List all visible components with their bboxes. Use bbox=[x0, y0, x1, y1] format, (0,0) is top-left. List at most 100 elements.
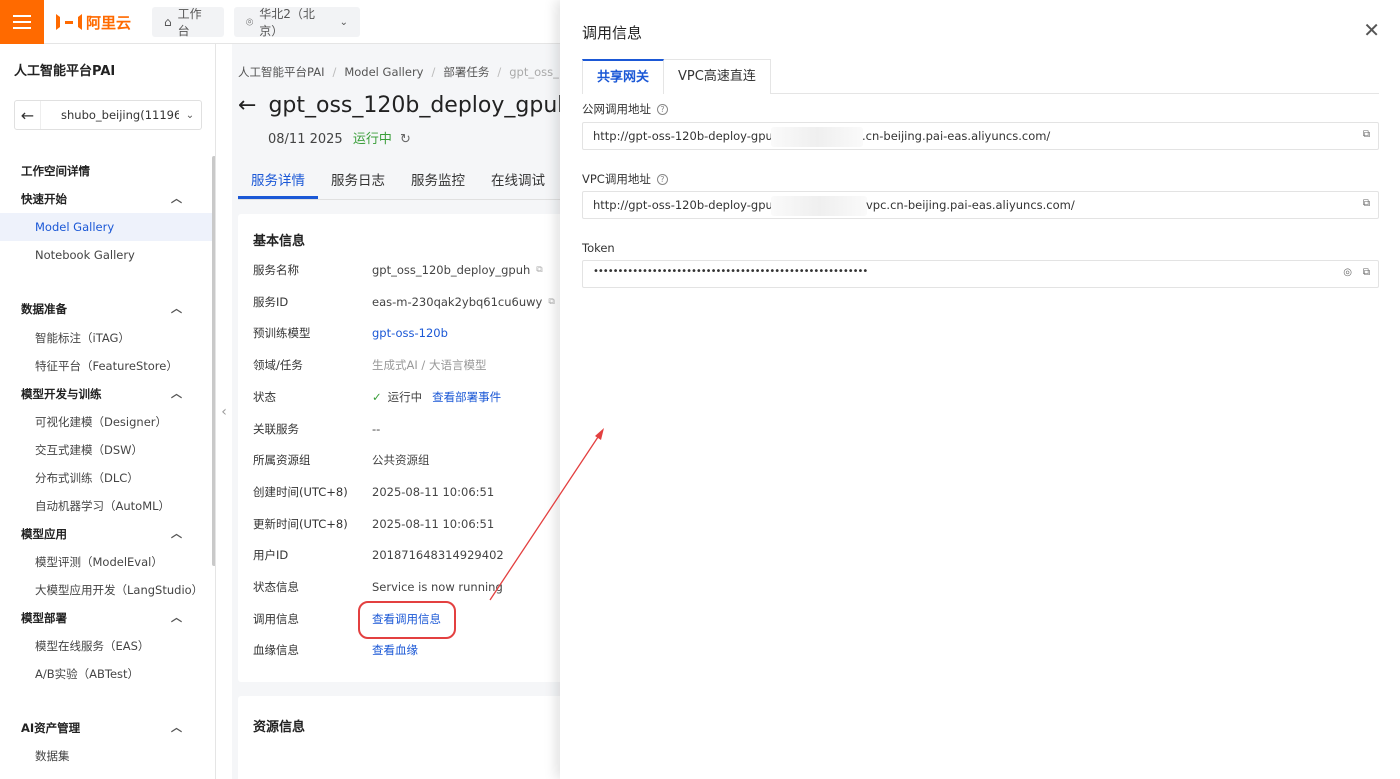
eye-slash-icon[interactable]: ◎ bbox=[1343, 267, 1352, 278]
chevron-up-icon[interactable]: ︿ bbox=[171, 185, 182, 213]
resource-info-title: 资源信息 bbox=[253, 720, 306, 735]
refresh-icon[interactable]: ↻ bbox=[400, 132, 411, 147]
sidebar-item[interactable]: 大模型应用开发（LangStudio） bbox=[0, 576, 212, 604]
basic-info-title: 基本信息 bbox=[253, 234, 306, 249]
copy-icon[interactable]: ⧉ bbox=[1363, 129, 1370, 140]
left-sidebar: 人工智能平台PAI ← shubo_beijing(111968 ⌄ 工作空间详… bbox=[0, 44, 216, 779]
info-row: 所属资源组 公共资源组 bbox=[253, 450, 430, 470]
chevron-up-icon[interactable]: ︿ bbox=[171, 604, 182, 632]
sidebar-group[interactable]: 工作空间详情 bbox=[0, 157, 212, 185]
info-key: 状态 bbox=[253, 389, 276, 404]
sidebar-item-label: 智能标注（iTAG） bbox=[35, 331, 130, 345]
menu-icon[interactable] bbox=[0, 0, 44, 44]
sidebar-group[interactable]: 模型应用 ︿ bbox=[0, 520, 212, 548]
sidebar-item[interactable]: Notebook Gallery bbox=[0, 241, 212, 269]
info-row: 血缘信息 查看血缘 bbox=[253, 640, 418, 660]
redacted-region bbox=[771, 127, 863, 147]
sidebar-item-label: 分布式训练（DLC） bbox=[35, 471, 139, 485]
copy-icon[interactable]: ⧉ bbox=[548, 297, 554, 307]
sidebar-item-label: 数据集 bbox=[35, 749, 70, 763]
sidebar-item[interactable]: 自动机器学习（AutoML） bbox=[0, 492, 212, 520]
public-url-suffix: .cn-beijing.pai-eas.aliyuncs.com/ bbox=[862, 129, 1051, 143]
info-value[interactable]: gpt-oss-120b bbox=[372, 326, 448, 340]
view-deploy-events-link[interactable]: 查看部署事件 bbox=[432, 389, 501, 405]
chevron-down-icon: ⌄ bbox=[339, 16, 348, 28]
info-key: 领域/任务 bbox=[253, 358, 303, 373]
sidebar-item[interactable]: 数据集 bbox=[0, 742, 212, 770]
service-date: 08/11 2025 bbox=[268, 132, 343, 147]
back-arrow-icon[interactable]: ← bbox=[238, 93, 256, 118]
info-row: 预训练模型 gpt-oss-120b bbox=[253, 323, 448, 343]
sidebar-item[interactable]: 特征平台（FeatureStore） bbox=[0, 352, 212, 380]
token-field[interactable]: ••••••••••••••••••••••••••••••••••••••••… bbox=[582, 260, 1379, 288]
public-url-label: 公网调用地址 ? bbox=[582, 101, 668, 117]
tab-online-debug[interactable]: 在线调试 bbox=[478, 164, 558, 199]
info-value: 2025-08-11 10:06:51 bbox=[372, 516, 495, 531]
page-title: ← gpt_oss_120b_deploy_gpuh bbox=[238, 93, 562, 118]
public-url-field[interactable]: http://gpt-oss-120b-deploy-gpuh. .cn-bei… bbox=[582, 122, 1379, 150]
sidebar-group[interactable]: 数据准备 ︿ bbox=[0, 295, 212, 323]
info-value: eas-m-230qak2ybq61cu6uwy bbox=[372, 294, 543, 309]
help-icon[interactable]: ? bbox=[657, 103, 668, 115]
sidebar-item[interactable]: 智能标注（iTAG） bbox=[0, 324, 212, 352]
info-value: 2025-08-11 10:06:51 bbox=[372, 484, 495, 499]
info-key: 预训练模型 bbox=[253, 326, 311, 341]
breadcrumb-item[interactable]: Model Gallery bbox=[344, 65, 423, 79]
tab-vpc-direct[interactable]: VPC高速直连 bbox=[664, 59, 771, 94]
info-value[interactable]: 查看血缘 bbox=[372, 642, 418, 658]
sidebar-item-label: 交互式建模（DSW） bbox=[35, 443, 144, 457]
workspace-selector[interactable]: ← shubo_beijing(111968 ⌄ bbox=[14, 100, 202, 130]
chevron-up-icon[interactable]: ︿ bbox=[171, 714, 182, 742]
sidebar-item[interactable]: 可视化建模（Designer） bbox=[0, 408, 212, 436]
breadcrumb-item[interactable]: 人工智能平台PAI bbox=[238, 65, 324, 79]
chevron-up-icon[interactable]: ︿ bbox=[171, 520, 182, 548]
sidebar-group[interactable]: AI资产管理 ︿ bbox=[0, 714, 212, 742]
close-icon[interactable]: ✕ bbox=[1363, 18, 1380, 42]
info-key: 用户ID bbox=[253, 548, 289, 563]
region-label: 华北2（北京） bbox=[259, 7, 315, 38]
info-value: 公共资源组 bbox=[372, 453, 430, 468]
annotation-highlight-box bbox=[358, 601, 456, 639]
info-key: 服务ID bbox=[253, 294, 289, 309]
chevron-up-icon[interactable]: ︿ bbox=[171, 295, 182, 323]
workbench-label: 工作台 bbox=[177, 7, 202, 38]
vpc-url-field[interactable]: http://gpt-oss-120b-deploy-gpuh. vpc.cn-… bbox=[582, 191, 1379, 219]
aliyun-logo[interactable]: 阿里云 bbox=[56, 12, 131, 32]
sidebar-title: 人工智能平台PAI bbox=[14, 64, 116, 79]
sidebar-item-label: 数据准备 bbox=[21, 302, 67, 316]
sidebar-item-label: 工作空间详情 bbox=[21, 164, 90, 178]
service-title: gpt_oss_120b_deploy_gpuh bbox=[268, 93, 562, 118]
token-label: Token bbox=[582, 241, 615, 255]
copy-icon[interactable]: ⧉ bbox=[536, 265, 542, 275]
sidebar-item[interactable]: Model Gallery bbox=[0, 213, 212, 241]
sidebar-item-label: 模型应用 bbox=[21, 527, 67, 541]
copy-icon[interactable]: ⧉ bbox=[1363, 267, 1370, 278]
workbench-button[interactable]: ⌂ 工作台 bbox=[152, 7, 224, 38]
sidebar-item-label: 自动机器学习（AutoML） bbox=[35, 499, 171, 513]
breadcrumb-item[interactable]: 部署任务 bbox=[443, 65, 489, 79]
tab-service-logs[interactable]: 服务日志 bbox=[318, 164, 398, 199]
sidebar-item[interactable]: 模型在线服务（EAS） bbox=[0, 632, 212, 660]
info-value: Service is now running bbox=[372, 580, 503, 594]
info-row: 用户ID 201871648314929402 bbox=[253, 545, 504, 565]
sidebar-item[interactable]: 模型评测（ModelEval） bbox=[0, 548, 212, 576]
sidebar-item-label: A/B实验（ABTest） bbox=[35, 667, 140, 681]
help-icon[interactable]: ? bbox=[656, 173, 668, 185]
sidebar-item[interactable]: A/B实验（ABTest） bbox=[0, 660, 212, 688]
sidebar-item[interactable]: 分布式训练（DLC） bbox=[0, 464, 212, 492]
tab-shared-gateway[interactable]: 共享网关 bbox=[582, 59, 665, 94]
sidebar-item[interactable]: 交互式建模（DSW） bbox=[0, 436, 212, 464]
sidebar-group[interactable]: 模型部署 ︿ bbox=[0, 604, 212, 632]
copy-icon[interactable]: ⧉ bbox=[1363, 198, 1370, 209]
collapse-sidebar-icon[interactable]: ‹ bbox=[216, 44, 232, 779]
region-selector[interactable]: ⌾ 华北2（北京） ⌄ bbox=[234, 7, 360, 38]
info-value: 生成式AI / 大语言模型 bbox=[372, 358, 487, 373]
tab-service-monitor[interactable]: 服务监控 bbox=[398, 164, 478, 199]
chevron-up-icon[interactable]: ︿ bbox=[171, 380, 182, 408]
token-value: ••••••••••••••••••••••••••••••••••••••••… bbox=[593, 266, 868, 277]
sidebar-group[interactable]: 快速开始 ︿ bbox=[0, 185, 212, 213]
back-arrow-icon[interactable]: ← bbox=[15, 101, 41, 129]
info-row: 领域/任务 生成式AI / 大语言模型 bbox=[253, 355, 486, 375]
sidebar-group[interactable]: 模型开发与训练 ︿ bbox=[0, 380, 212, 408]
tab-service-details[interactable]: 服务详情 bbox=[238, 164, 318, 199]
